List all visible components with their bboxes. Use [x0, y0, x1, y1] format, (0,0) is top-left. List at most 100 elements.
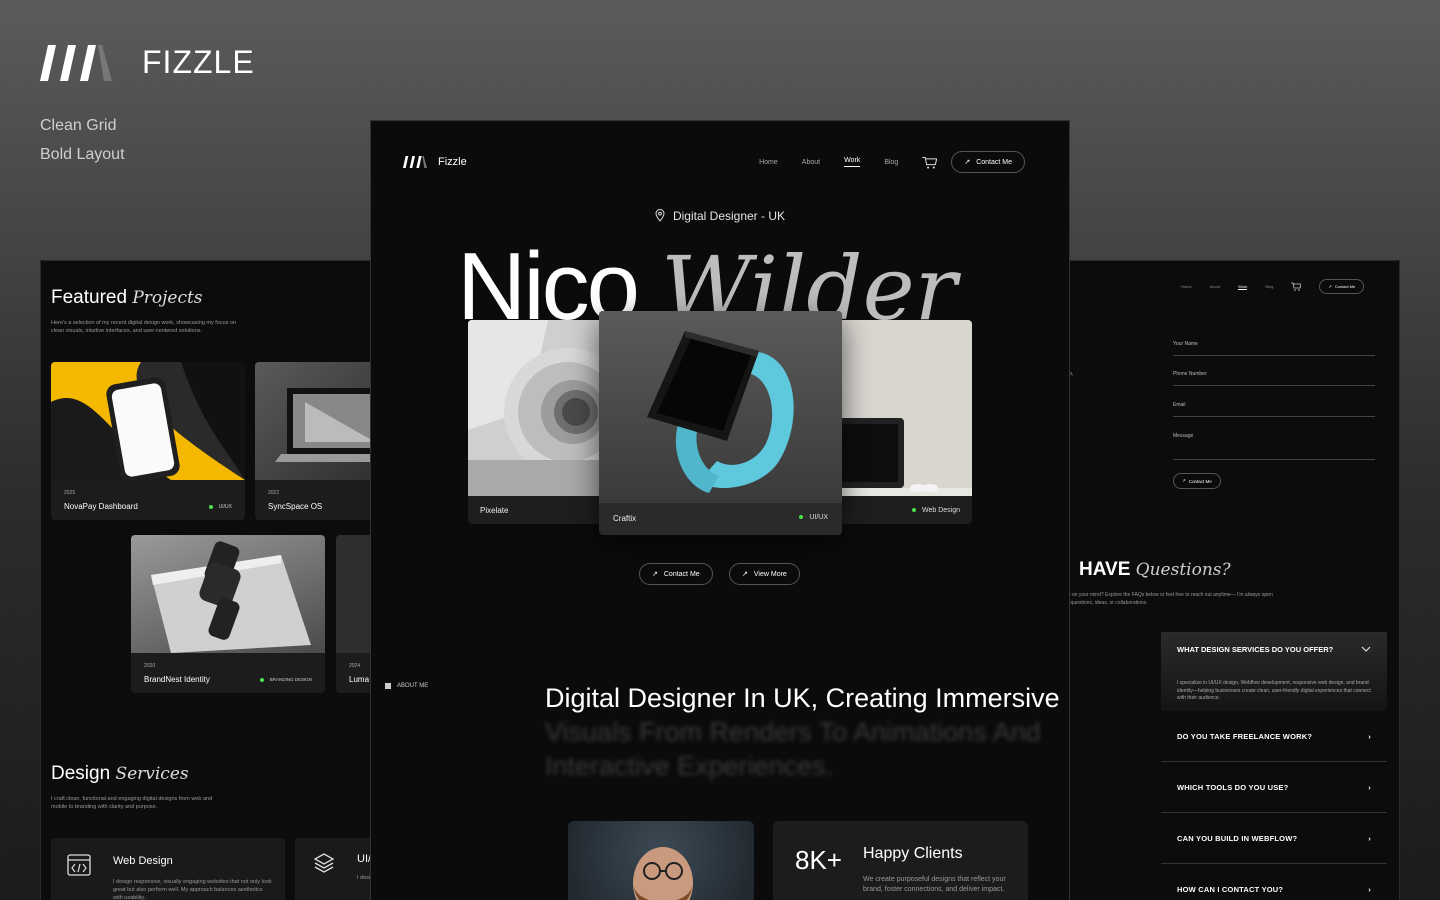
nav-about[interactable]: About — [802, 159, 820, 166]
fizzle-logo-icon — [403, 156, 427, 168]
laptop-image — [828, 320, 972, 496]
checkbox-icon — [385, 683, 391, 689]
view-more-button[interactable]: ↗ View More — [729, 563, 800, 585]
project-tag: BRANDING DESIGN — [259, 677, 312, 682]
nav-about[interactable]: About — [1210, 284, 1220, 289]
faq-item-open[interactable]: WHAT DESIGN SERVICES DO YOU OFFER? I spe… — [1161, 632, 1387, 711]
hero-contact-button[interactable]: ↗ Contact Me — [639, 563, 713, 585]
chevron-right-icon: › — [1368, 782, 1371, 792]
service-name: Web Design — [113, 855, 173, 867]
message-field[interactable]: Message — [1173, 433, 1375, 460]
arrow-up-right-icon: ↗ — [742, 571, 748, 578]
service-desc: I design responsive, visually engaging w… — [113, 879, 272, 900]
project-name: NovaPay Dashboard — [64, 502, 138, 511]
project-year: 2024 — [349, 663, 361, 669]
card-label: Craftix — [613, 514, 637, 523]
hero-card-craftix[interactable]: Craftix UI/UX — [599, 311, 842, 535]
card-tag: UI/UX — [799, 514, 828, 521]
stat-value: 8K+ — [795, 845, 842, 875]
nav-home[interactable]: Home — [1181, 284, 1192, 289]
project-card-novapay[interactable]: 2025 NovaPay Dashboard UI/UX — [51, 362, 245, 520]
fitness-band-image — [599, 311, 842, 503]
faq-question: WHAT DESIGN SERVICES DO YOU OFFER? — [1177, 645, 1334, 654]
nav-blog[interactable]: Blog — [884, 159, 898, 166]
arrow-up-right-icon: ↗ — [1182, 478, 1186, 483]
nav-work[interactable]: Work — [844, 157, 861, 167]
chevron-right-icon: › — [1368, 885, 1371, 894]
services-description: I craft clean, functional and engaging d… — [51, 796, 213, 810]
stat-desc: We create purposeful designs that reflec… — [863, 876, 1006, 893]
faq-title: HAVE Questions? — [1079, 559, 1231, 580]
about-me-tag: ABOUT ME — [385, 683, 428, 689]
form-contact-button[interactable]: ↗ Contact Me — [1173, 473, 1221, 489]
status-dot-icon — [208, 504, 213, 509]
speaker-image — [468, 320, 608, 496]
about-heading: Digital Designer In UK, Creating Immersi… — [545, 683, 1060, 781]
project-card-syncspace[interactable]: 2022 SyncSpace OS — [255, 362, 379, 520]
cart-icon[interactable] — [1291, 282, 1302, 291]
featured-description: Here's a selection of my recent digital … — [51, 320, 237, 334]
code-window-icon — [67, 854, 91, 876]
chevron-down-icon[interactable] — [1361, 645, 1371, 653]
arrow-up-right-icon: ↗ — [1328, 284, 1332, 289]
stat-label: Happy Clients — [863, 845, 963, 862]
project-name: SyncSpace OS — [268, 502, 323, 511]
project-year: 2022 — [268, 490, 280, 496]
tagline-2: Bold Layout — [40, 146, 125, 163]
hero-card-web-design[interactable]: Web Design — [828, 320, 972, 524]
hero-panel: Fizzle Home About Work Blog ↗ Contact Me … — [370, 120, 1070, 900]
nav-home[interactable]: Home — [759, 159, 778, 166]
card-label: Pixelate — [480, 506, 509, 515]
top-nav: Fizzle Home About Work Blog ↗ Contact Me — [401, 149, 1025, 175]
card-tag: Web Design — [911, 507, 960, 514]
hero-card-pixelate[interactable]: Pixelate — [468, 320, 608, 524]
phone-field[interactable]: Phone Number — [1173, 371, 1375, 386]
nav-blog[interactable]: Blog — [1265, 284, 1273, 289]
arrow-up-right-icon: ↗ — [964, 159, 971, 166]
nav-links: Home About Work Blog ↗ Contact Me — [759, 151, 1025, 173]
location-label: Digital Designer - UK — [371, 209, 1069, 223]
faq-item[interactable]: DO YOU TAKE FREELANCE WORK? › — [1161, 711, 1387, 762]
email-field[interactable]: Email — [1173, 402, 1375, 417]
project-year: 2025 — [64, 490, 76, 496]
project-tag: UI/UX — [208, 504, 232, 510]
service-name: UI/ — [357, 853, 372, 865]
nav-logo[interactable]: Fizzle — [401, 156, 467, 168]
brand: FIZZLE — [40, 44, 255, 81]
chevron-right-icon: › — [1368, 833, 1371, 843]
service-card-ui[interactable]: UI/ I desi deliv — [295, 838, 379, 900]
contact-me-button[interactable]: ↗ Contact Me — [951, 151, 1025, 173]
brand-name: FIZZLE — [142, 44, 255, 80]
status-dot-icon — [911, 508, 916, 513]
faq-description: ng on your mind? Explore the FAQs below … — [1065, 592, 1273, 606]
layers-icon — [313, 853, 335, 873]
faq-answer: I specialize in UI/UX design, Webflow de… — [1177, 680, 1371, 701]
project-name: Luma — [349, 675, 370, 684]
faq-item[interactable]: WHICH TOOLS DO YOU USE? › — [1161, 762, 1387, 813]
cart-icon[interactable] — [922, 156, 938, 169]
nav-work[interactable]: Work — [1238, 284, 1248, 290]
project-card-brandnest[interactable]: 2020 BrandNest Identity BRANDING DESIGN — [131, 535, 325, 693]
mini-nav: Home About Work Blog ↗ Contact Me — [1181, 279, 1365, 294]
contact-faq-panel: Home About Work Blog ↗ Contact Me llo, Yo… — [1060, 260, 1400, 900]
project-name: BrandNest Identity — [144, 675, 210, 684]
location-pin-icon — [655, 209, 665, 222]
contact-me-button[interactable]: ↗ Contact Me — [1319, 279, 1365, 294]
project-image — [255, 362, 379, 480]
tagline-1: Clean Grid — [40, 117, 117, 134]
project-image — [131, 535, 325, 653]
faq-item[interactable]: CAN YOU BUILD IN WEBFLOW? › — [1161, 813, 1387, 864]
stat-card: 8K+ Happy Clients We create purposeful d… — [773, 821, 1028, 900]
status-dot-icon — [799, 515, 804, 520]
services-title: Design Services — [51, 763, 189, 784]
project-image — [51, 362, 245, 483]
featured-projects-panel: Featured Projects Here's a selection of … — [40, 260, 380, 900]
featured-title: Featured Projects — [51, 287, 203, 308]
service-card-web-design[interactable]: Web Design I design responsive, visually… — [51, 838, 285, 900]
project-year: 2020 — [144, 663, 156, 669]
portrait-image — [568, 821, 754, 900]
chevron-right-icon: › — [1368, 731, 1371, 741]
faq-item[interactable]: HOW CAN I CONTACT YOU? › — [1161, 864, 1387, 900]
name-field[interactable]: Your Name — [1173, 341, 1375, 356]
arrow-up-right-icon: ↗ — [652, 571, 658, 578]
